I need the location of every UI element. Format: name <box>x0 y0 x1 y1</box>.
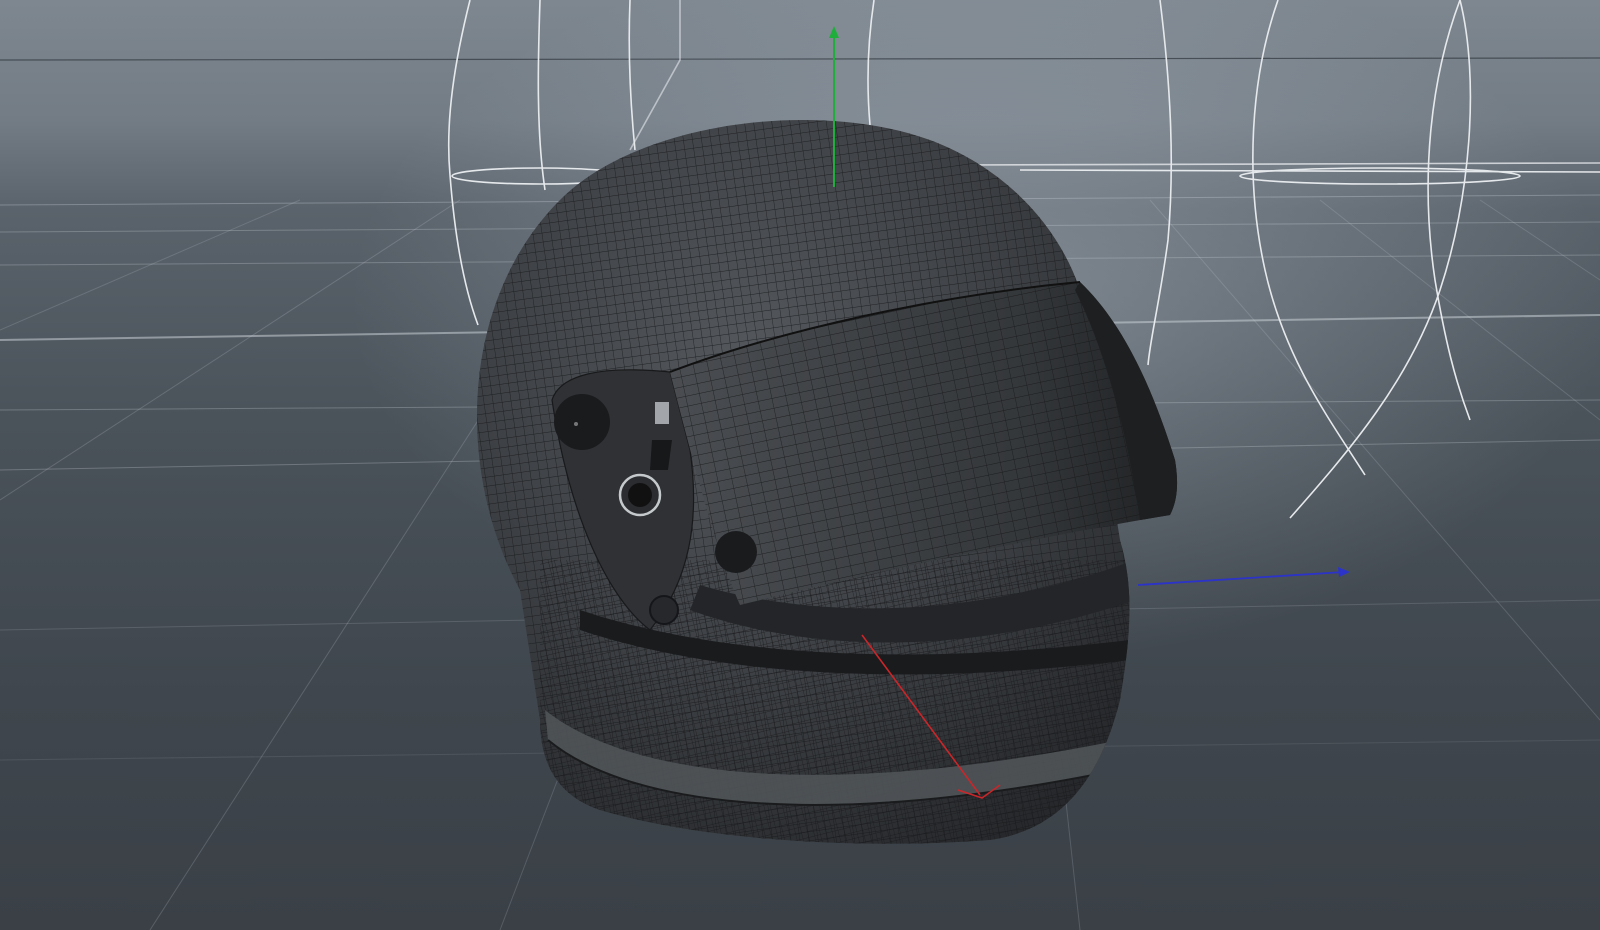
gizmo-axis-x[interactable] <box>1137 567 1350 586</box>
3d-viewport[interactable] <box>0 0 1600 930</box>
visor-screw <box>649 595 679 625</box>
arrow-up-icon <box>829 26 839 38</box>
helmet-mesh[interactable] <box>440 100 1178 860</box>
arrow-right-icon <box>1338 567 1350 577</box>
visor-pivot-lower <box>715 531 757 573</box>
visor-pivot-upper <box>554 394 610 450</box>
viewport-scene[interactable] <box>0 0 1600 930</box>
